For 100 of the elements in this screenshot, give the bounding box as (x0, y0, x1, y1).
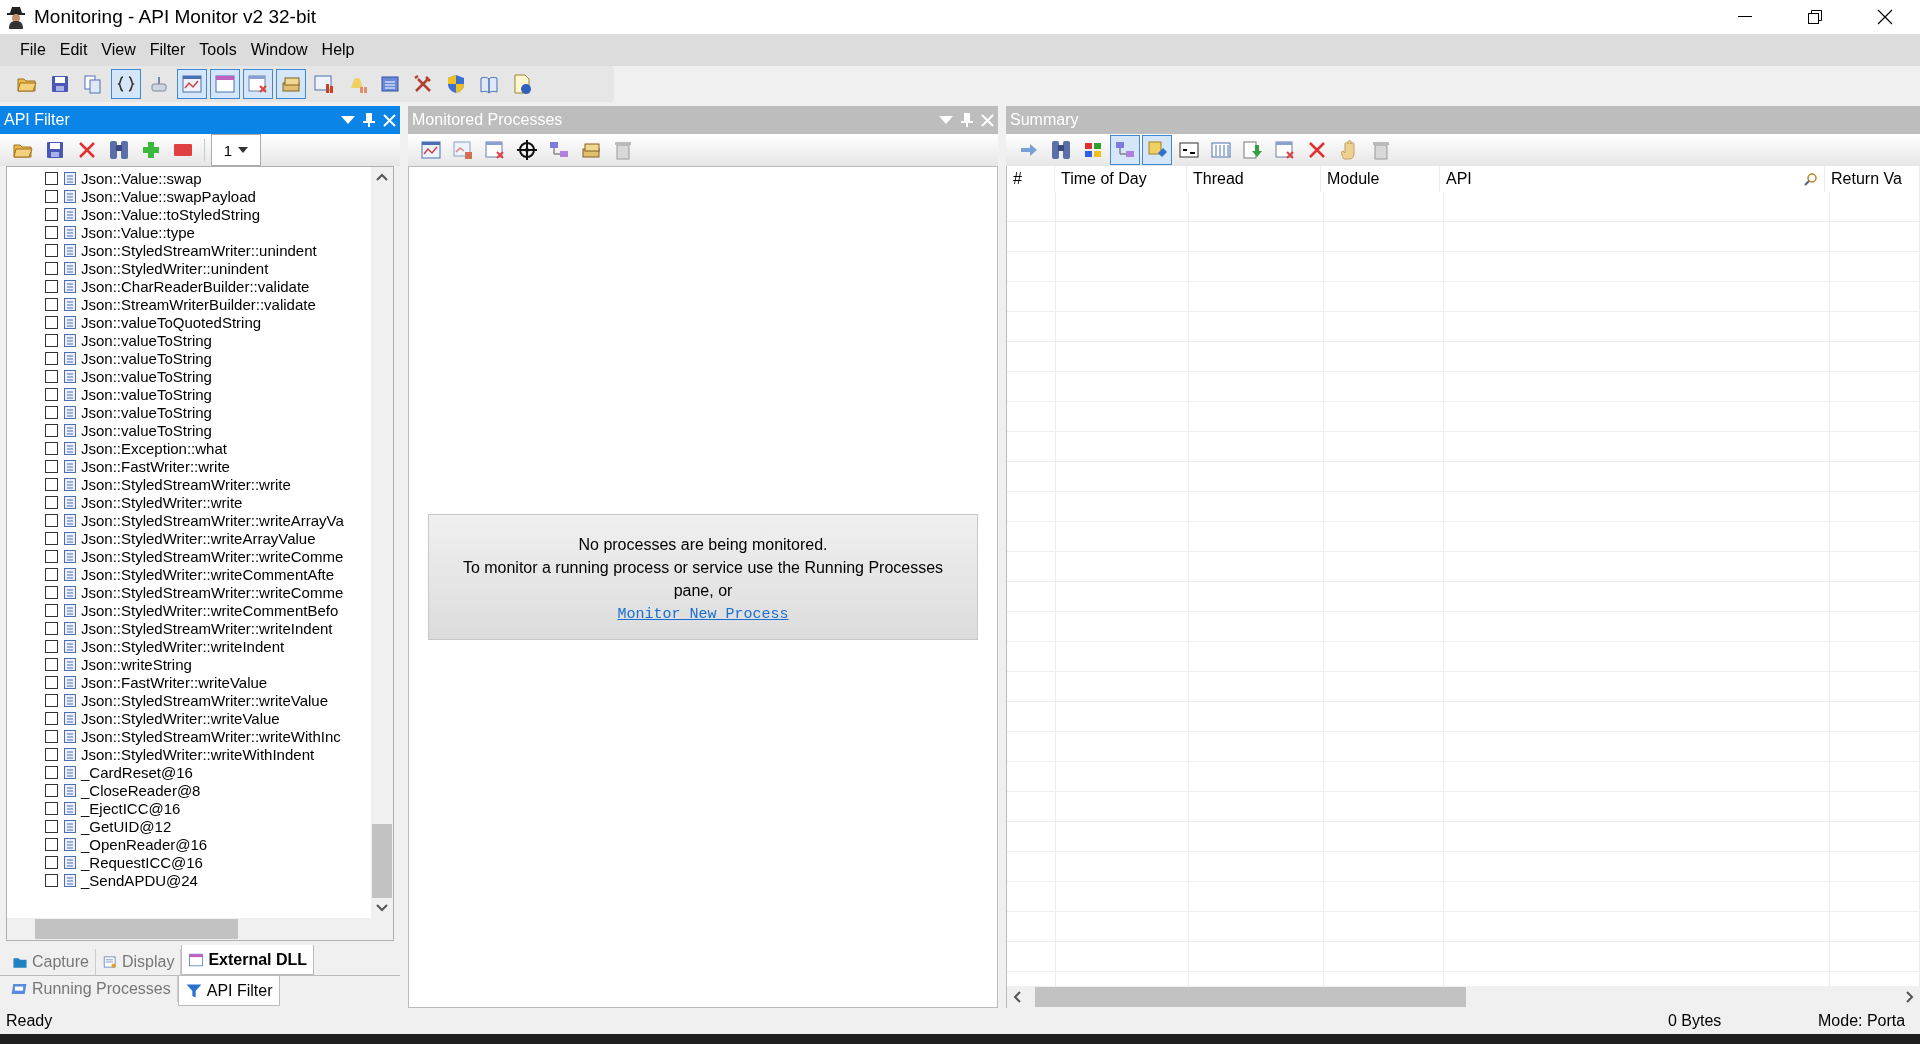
tab[interactable]: API Filter (177, 976, 280, 1006)
checkbox[interactable] (45, 513, 58, 527)
menu-item[interactable]: Filter (143, 37, 192, 63)
api-name[interactable]: _EjectICC@16 (81, 799, 181, 817)
checkbox[interactable] (45, 261, 58, 275)
api-name[interactable]: Json::valueToQuotedString (81, 313, 262, 331)
api-name[interactable]: Json::FastWriter::write (81, 457, 230, 475)
checkbox[interactable] (45, 855, 58, 869)
checkbox[interactable] (45, 495, 58, 509)
checkbox[interactable] (45, 189, 58, 203)
checkbox[interactable] (45, 567, 58, 581)
checkbox[interactable] (45, 819, 58, 833)
scroll-right-icon[interactable] (1906, 991, 1914, 1003)
api-name[interactable]: Json::StyledStreamWriter::writeWithInc (81, 727, 341, 745)
vertical-scrollbar[interactable] (371, 167, 393, 918)
api-name[interactable]: _SendAPDU@24 (81, 871, 198, 889)
checkbox[interactable] (45, 729, 58, 743)
scrollbar-thumb[interactable] (35, 919, 238, 939)
api-name[interactable]: Json::StyledWriter::unindent (81, 259, 269, 277)
monitor-link[interactable]: Monitor New Process (617, 606, 789, 623)
caret-icon[interactable] (238, 147, 249, 153)
api-name[interactable]: Json::valueToString (81, 331, 212, 349)
checkbox[interactable] (45, 351, 58, 365)
api-name[interactable]: _CardReset@16 (81, 763, 193, 781)
menu-item[interactable]: Tools (193, 37, 243, 63)
checkbox[interactable] (45, 315, 58, 329)
checkbox[interactable] (45, 585, 58, 599)
close-icon[interactable] (383, 113, 396, 127)
checkbox[interactable] (45, 675, 58, 689)
api-name[interactable]: Json::StyledWriter::write (81, 493, 243, 511)
tab[interactable]: Capture (6, 949, 96, 975)
horizontal-scrollbar[interactable] (7, 918, 393, 940)
api-name[interactable]: Json::valueToString (81, 421, 212, 439)
checkbox[interactable] (45, 801, 58, 815)
api-name[interactable]: Json::StyledStreamWriter::writeValue (81, 691, 329, 709)
menu-item[interactable]: Help (315, 37, 361, 63)
api-name[interactable]: Json::valueToString (81, 385, 212, 403)
checkbox[interactable] (45, 297, 58, 311)
checkbox[interactable] (45, 621, 58, 635)
api-name[interactable]: Json::valueToString (81, 349, 212, 367)
toolbar-button[interactable] (111, 69, 141, 99)
checkbox[interactable] (45, 603, 58, 617)
scroll-left-icon[interactable] (1013, 991, 1021, 1003)
checkbox[interactable] (45, 711, 58, 725)
tab[interactable]: Running Processes (4, 976, 178, 1002)
api-name[interactable]: Json::writeString (81, 655, 192, 673)
checkbox[interactable] (45, 837, 58, 851)
api-name[interactable]: Json::valueToString (81, 403, 212, 421)
api-name[interactable]: Json::Value::toStyledString (81, 205, 260, 223)
api-name[interactable]: Json::Value::type (81, 223, 195, 241)
checkbox[interactable] (45, 783, 58, 797)
checkbox[interactable] (45, 207, 58, 221)
api-name[interactable]: Json::StyledStreamWriter::writeIndent (81, 619, 333, 637)
checkbox[interactable] (45, 873, 58, 887)
api-name[interactable]: Json::Value::swap (81, 169, 202, 187)
api-name[interactable]: Json::StyledStreamWriter::write (81, 475, 291, 493)
horizontal-scrollbar[interactable] (1007, 986, 1920, 1008)
api-name[interactable]: Json::StyledWriter::writeArrayValue (81, 529, 316, 547)
api-name[interactable]: Json::StyledWriter::writeWithIndent (81, 745, 315, 763)
api-name[interactable]: Json::StyledStreamWriter::writeComme (81, 583, 344, 601)
scroll-down-icon[interactable] (376, 904, 388, 912)
api-name[interactable]: Json::StyledWriter::writeValue (81, 709, 280, 727)
api-name[interactable]: _RequestICC@16 (81, 853, 203, 871)
scrollbar-thumb[interactable] (372, 824, 392, 898)
scroll-up-icon[interactable] (376, 173, 388, 181)
checkbox[interactable] (45, 693, 58, 707)
checkbox[interactable] (45, 747, 58, 761)
api-name[interactable]: _OpenReader@16 (81, 835, 208, 853)
combo-box[interactable]: 1 (211, 134, 261, 166)
checkbox[interactable] (45, 765, 58, 779)
checkbox[interactable] (45, 459, 58, 473)
api-name[interactable]: Json::FastWriter::writeValue (81, 673, 268, 691)
tab[interactable]: External DLL (181, 945, 315, 975)
menu-item[interactable]: Edit (53, 37, 94, 63)
checkbox[interactable] (45, 171, 58, 185)
scrollbar-thumb[interactable] (1035, 987, 1466, 1007)
api-name[interactable]: Json::StyledWriter::writeCommentAfte (81, 565, 335, 583)
checkbox[interactable] (45, 279, 58, 293)
api-name[interactable]: Json::Value::swapPayload (81, 187, 256, 205)
api-name[interactable]: Json::StyledStreamWriter::writeComme (81, 547, 344, 565)
api-name[interactable]: Json::StyledStreamWriter::unindent (81, 241, 317, 259)
api-name[interactable]: Json::StreamWriterBuilder::validate (81, 295, 316, 313)
api-name[interactable]: Json::StyledWriter::writeIndent (81, 637, 285, 655)
checkbox[interactable] (45, 369, 58, 383)
checkbox[interactable] (45, 405, 58, 419)
api-name[interactable]: _GetUID@12 (81, 817, 172, 835)
api-name[interactable]: Json::CharReaderBuilder::validate (81, 277, 310, 295)
checkbox[interactable] (45, 657, 58, 671)
checkbox[interactable] (45, 477, 58, 491)
api-name[interactable]: Json::Exception::what (81, 439, 227, 457)
checkbox[interactable] (45, 639, 58, 653)
search-icon[interactable] (1804, 172, 1818, 186)
checkbox[interactable] (45, 423, 58, 437)
api-name[interactable]: Json::StyledStreamWriter::writeArrayVa (81, 511, 344, 529)
pin-icon[interactable] (363, 113, 375, 127)
api-name[interactable]: Json::valueToString (81, 367, 212, 385)
api-name[interactable]: _CloseReader@8 (81, 781, 201, 799)
checkbox[interactable] (45, 243, 58, 257)
menu-item[interactable]: View (95, 37, 142, 63)
menu-item[interactable]: Window (244, 37, 314, 63)
